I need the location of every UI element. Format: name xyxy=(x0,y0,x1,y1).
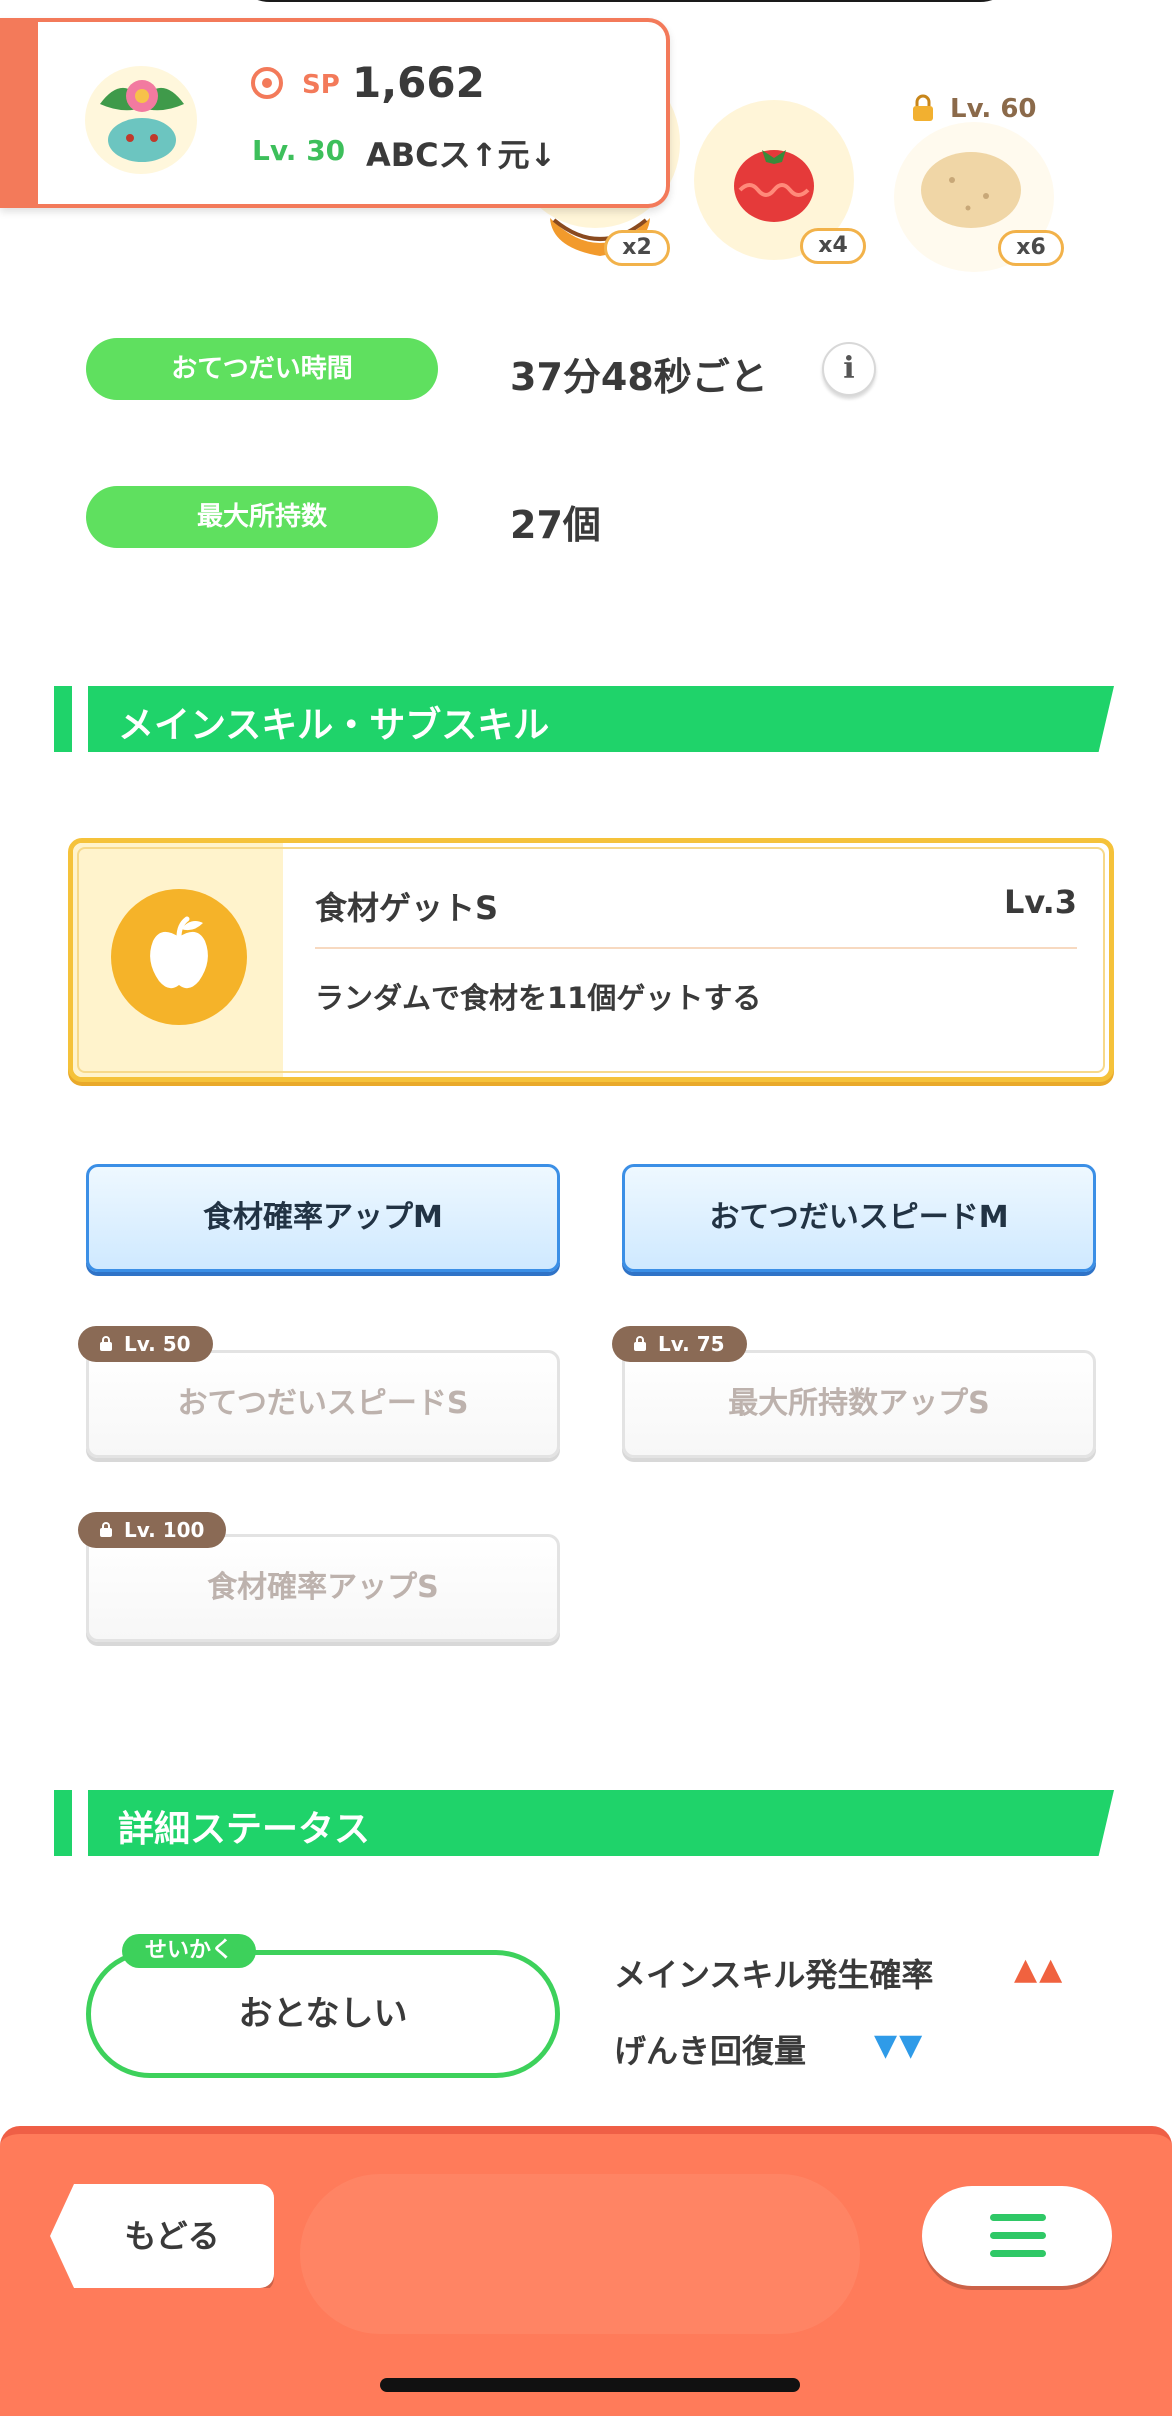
ingredient-qty-badge: x6 xyxy=(998,230,1064,266)
lock-icon xyxy=(100,1336,112,1351)
sp-value: 1,662 xyxy=(352,58,485,107)
pokemon-level: Lv. 30 xyxy=(252,134,346,167)
sub-skill-2[interactable]: おてつだいスピードM xyxy=(622,1164,1096,1272)
skills-section-header: メインスキル・サブスキル xyxy=(54,686,1114,752)
tomato-icon xyxy=(734,150,814,222)
ingredient-lock-level: Lv. 60 xyxy=(950,94,1037,124)
section-title: メインスキル・サブスキル xyxy=(118,705,550,746)
nature-down-label: げんき回復量 xyxy=(614,2032,807,2070)
ingredient-slot-3[interactable]: Lv. 60 x6 xyxy=(888,86,1088,280)
sub-skill-lock-tag: Lv. 100 xyxy=(78,1512,227,1548)
lock-icon xyxy=(100,1522,112,1537)
max-carry-label: 最大所持数 xyxy=(86,486,438,548)
info-icon: i xyxy=(843,351,855,386)
sub-skill-4[interactable]: 最大所持数アップS xyxy=(622,1350,1096,1458)
lock-icon xyxy=(634,1336,646,1351)
nature-up-label: メインスキル発生確率 xyxy=(614,1956,934,1994)
sub-skill-lock-tag: Lv. 50 xyxy=(78,1326,213,1362)
ingredient-qty-badge: x4 xyxy=(800,228,866,264)
header-accent-bar xyxy=(0,22,38,204)
help-time-label: おてつだい時間 xyxy=(86,338,438,400)
sub-skill-1[interactable]: 食材確率アップM xyxy=(86,1164,560,1272)
ingredient-qty-badge: x2 xyxy=(604,230,670,266)
lock-icon xyxy=(913,94,933,121)
pokemon-avatar xyxy=(85,66,197,174)
divider xyxy=(315,947,1077,949)
main-skill-card[interactable]: 食材ゲットS Lv.3 ランダムで食材を11個ゲットする xyxy=(68,838,1114,1082)
sub-skill-5[interactable]: 食材確率アップS xyxy=(86,1534,560,1642)
main-skill-name: 食材ゲットS xyxy=(315,889,499,927)
sp-label: SP xyxy=(302,70,340,100)
ingredient-slot-2[interactable]: x4 xyxy=(694,100,894,280)
main-skill-description: ランダムで食材を11個ゲットする xyxy=(315,981,762,1015)
sp-icon xyxy=(251,67,283,99)
nature-tag: せいかく xyxy=(122,1934,256,1968)
help-time-value: 37分48秒ごと xyxy=(510,355,768,399)
details-section-header: 詳細ステータス xyxy=(54,1790,1114,1856)
max-carry-value: 27個 xyxy=(510,503,601,547)
menu-button[interactable] xyxy=(922,2186,1112,2286)
home-indicator xyxy=(380,2378,800,2392)
nature-down-arrows: ▼▼ xyxy=(874,2028,925,2063)
sub-skill-lock-tag: Lv. 75 xyxy=(612,1326,747,1362)
potato-icon xyxy=(921,152,1021,228)
nature-box[interactable]: おとなしい xyxy=(86,1950,560,2078)
back-button[interactable]: もどる xyxy=(50,2184,274,2288)
pokemon-summary-card: SP 1,662 Lv. 30 ABCス↑元↓ xyxy=(0,18,670,208)
section-title: 詳細ステータス xyxy=(118,1809,371,1850)
nature-abbreviation: ABCス↑元↓ xyxy=(366,136,557,174)
main-skill-level: Lv.3 xyxy=(1003,883,1077,921)
info-button[interactable]: i xyxy=(822,342,876,396)
sub-skill-3[interactable]: おてつだいスピードS xyxy=(86,1350,560,1458)
device-notch xyxy=(230,0,1020,2)
nature-up-arrows: ▲▲ xyxy=(1014,1952,1065,1987)
